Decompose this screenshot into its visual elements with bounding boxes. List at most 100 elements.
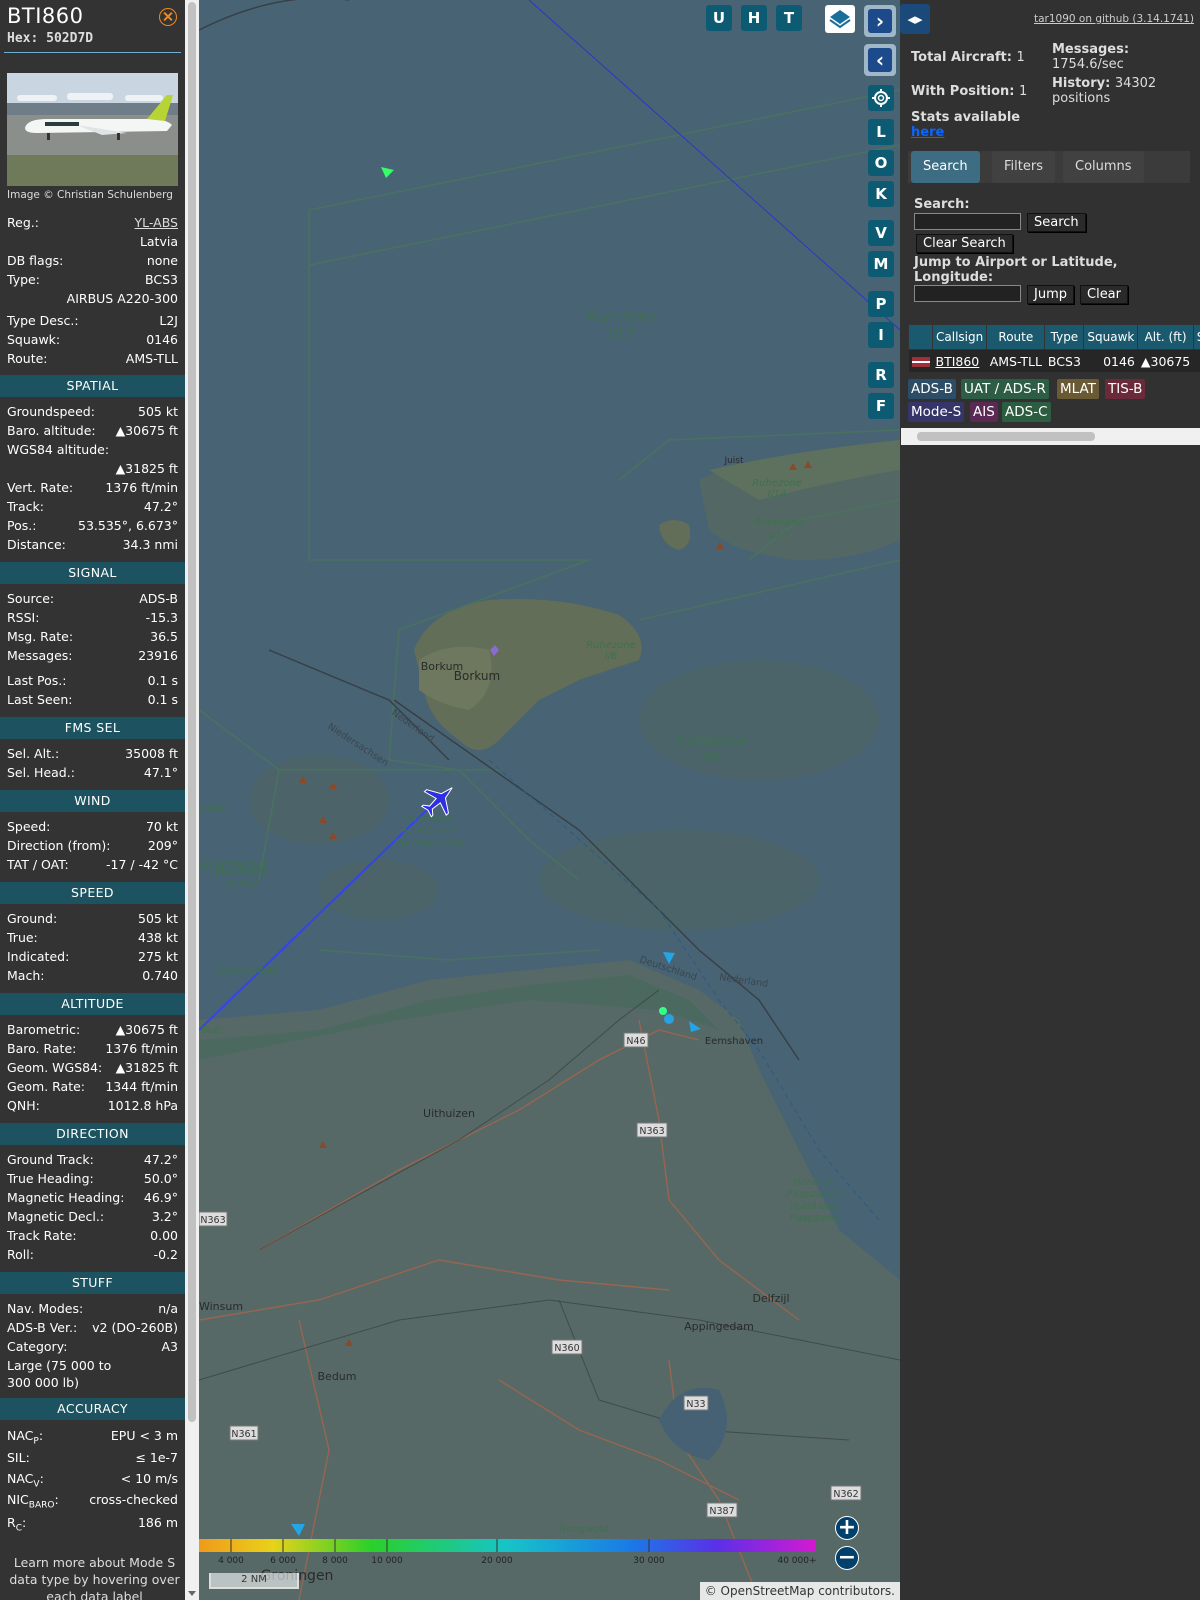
column-header[interactable]: Route [986,324,1046,350]
field-label: Track Rate: [7,1228,77,1243]
field-label: Magnetic Decl.: [7,1209,105,1224]
field-value: 35008 ft [125,746,178,761]
map-attribution[interactable]: © OpenStreetMap contributors. [699,1582,900,1600]
jump-button[interactable]: Jump [1027,285,1074,304]
layers-icon[interactable] [825,5,855,33]
toggle-button-i[interactable]: I [868,322,894,348]
accuracy-row: NACV: < 10 m/s [7,1471,178,1490]
info-panel-scrollbar[interactable] [185,0,199,1600]
field-label: NICBARO: [7,1492,59,1511]
section-stuff: STUFF [0,1272,185,1294]
spatial-row: WGS84 altitude: [7,442,178,461]
note-line: data type by hovering over [9,1572,180,1587]
close-icon[interactable] [159,8,177,26]
table-row[interactable]: BTI860 AMS-TLL BCS3 0146 ▲30675 [908,349,1200,372]
direction-row: Magnetic Decl.: 3.2° [7,1209,178,1228]
toggle-button-k[interactable]: K [868,181,894,207]
column-header[interactable]: Type [1044,324,1085,350]
toggle-button-o[interactable]: O [868,150,894,176]
altitude-scale-label: 10 000 [371,1556,403,1566]
photo-credit: Image © Christian Schulenberg [7,189,173,201]
toggle-button-m[interactable]: M [868,251,894,277]
zoom-out-button[interactable]: − [835,1546,859,1570]
search-button[interactable]: Search [1027,213,1086,232]
altitude-row: Barometric: ▲30675 ft [7,1022,178,1041]
map-view[interactable]: Ruhezone I/12 Ruhezone I/6 Ruhezone I/6 … [199,0,900,1600]
field-value: AIRBUS A220-300 [66,291,178,306]
spatial-row: Track: 47.2° [7,499,178,518]
stat-value: 1754.6/sec [1052,57,1124,72]
toggle-button-l[interactable]: L [868,119,894,145]
field-squawk: Squawk: 0146 [7,332,178,351]
scroll-down-arrow-icon[interactable] [188,1591,196,1596]
column-header[interactable]: Squawk [1083,324,1139,350]
collapse-panel-button[interactable]: ‹ [864,44,896,76]
map-label-boschwad: Schild [227,879,258,890]
field-value: 3.2° [151,1209,178,1224]
spatial-row: Distance: 34.3 nmi [7,537,178,556]
tab-columns[interactable]: Columns [1063,151,1144,183]
field-label: Mach: [7,968,45,983]
scrollbar-thumb[interactable] [917,432,1095,441]
jump-input[interactable] [914,285,1021,302]
field-value: L2J [159,313,178,328]
toggle-button-r[interactable]: R [868,362,894,388]
toggle-button-v[interactable]: V [868,220,894,246]
toggle-button-h[interactable]: H [741,5,767,31]
stats-available: Stats available here [911,110,1020,140]
registration-link[interactable]: YL-ABS [135,215,178,230]
column-header[interactable]: Alt. (ft) [1137,324,1194,350]
map-label-ruhezone-i6-small: I/6 [605,651,618,662]
map-label-ruhezone-i6-small: Ruhezone [586,640,636,651]
tab-filters[interactable]: Filters [992,151,1055,183]
sidebar-toggle-arrows-icon[interactable]: ◂▸ [900,4,930,34]
field-label: Geom. WGS84: [7,1060,103,1075]
toggle-button-t[interactable]: T [776,5,802,31]
table-horizontal-scrollbar[interactable] [901,428,1200,445]
fms-row: Sel. Head.: 47.1° [7,765,178,784]
zoom-in-button[interactable]: + [835,1516,859,1540]
field-value: 70 kt [145,819,178,834]
clear-button[interactable]: Clear [1080,285,1128,304]
expand-panel-button[interactable]: › [864,5,896,37]
aircraft-photo[interactable] [7,73,178,186]
field-value: AMS-TLL [125,351,178,366]
map-label-hond: Paapsand [790,1213,839,1224]
altitude-row: QNH: 1012.8 hPa [7,1098,178,1117]
github-link[interactable]: tar1090 on github (3.14.1741) [1034,13,1194,25]
spatial-row: Vert. Rate: 1376 ft/min [7,480,178,499]
field-value: 46.9° [143,1190,178,1205]
clear-search-button[interactable]: Clear Search [916,234,1013,253]
field-value: n/a [158,1301,178,1316]
field-value: v2 (DO-260B) [92,1320,178,1335]
stat-label: Stats available [911,110,1021,125]
stat-value: 1 [1019,84,1028,99]
toggle-button-u[interactable]: U [706,5,732,31]
altitude-row: Geom. Rate: 1344 ft/min [7,1079,178,1098]
label-main: NIC [7,1492,29,1507]
field-type: Type: BCS3 [7,272,178,291]
scrollbar-thumb[interactable] [188,2,196,1422]
field-value: ≤ 1e-7 [135,1450,178,1465]
map-label-ruhezone-i14: I/14 [767,489,786,500]
column-header[interactable]: Callsign [931,324,988,350]
map-label-borkum-island: Borkum [454,669,500,683]
search-input[interactable] [914,213,1021,230]
map-canvas[interactable]: Ruhezone I/12 Ruhezone I/6 Ruhezone I/6 … [199,0,900,1600]
callsign-cell[interactable]: BTI860 [932,349,987,372]
flag-column-header[interactable] [908,324,933,350]
label-sub: V [33,1479,40,1490]
accuracy-row: NACP: EPU < 3 m [7,1428,178,1447]
stats-here-link[interactable]: here [911,125,1020,140]
messages-stat: Messages: 1754.6/sec [1052,42,1129,72]
callsign-link[interactable]: BTI860 [936,354,980,369]
toggle-button-f[interactable]: F [868,393,894,419]
field-label: 300 000 lb) [7,1375,79,1390]
tab-search[interactable]: Search [911,151,980,183]
settings-gear-icon[interactable] [868,85,894,111]
label-main: R [7,1515,16,1530]
toggle-button-p[interactable]: P [868,291,894,317]
label-main: NAC [7,1471,34,1486]
map-label-eemshaven: Eemshaven [705,1036,763,1047]
column-header[interactable]: S [1192,324,1200,350]
